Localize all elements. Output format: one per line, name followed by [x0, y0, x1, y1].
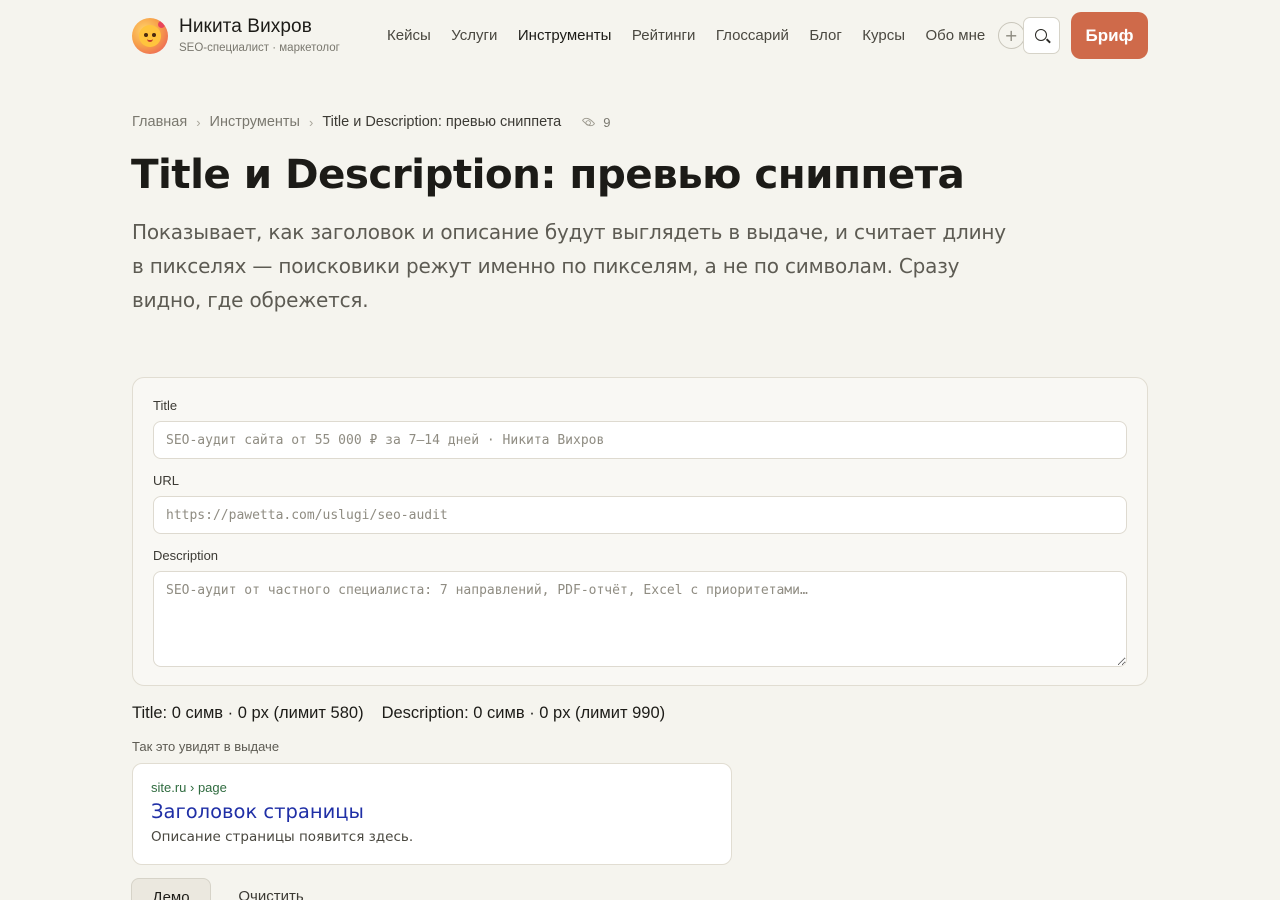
breadcrumb-separator: › [308, 114, 314, 130]
page-title: Title и Description: превью сниппета [131, 150, 965, 198]
page-subtitle: Показывает, как заголовок и описание буд… [132, 220, 1006, 312]
url-input[interactable] [153, 496, 1127, 534]
url-label: URL [153, 473, 180, 488]
description-length-stat: Description: 0 симв · 0 px (лимит 990) [381, 703, 666, 722]
title-length-stat: Title: 0 симв · 0 px (лимит 580) [132, 703, 364, 722]
serp-title[interactable]: Заголовок страницы [151, 800, 364, 823]
site-header: Никита Вихров SEO-специалист · маркетоло… [132, 12, 1148, 59]
nav-item-cases[interactable]: Кейсы [387, 27, 431, 44]
brand[interactable]: Никита Вихров SEO-специалист · маркетоло… [132, 16, 340, 56]
clear-button[interactable]: Очистить [223, 878, 319, 900]
search-button[interactable] [1023, 17, 1060, 54]
breadcrumb-current: Title и Description: превью сниппета [322, 114, 562, 130]
title-label: Title [153, 398, 178, 413]
nav-item-blog[interactable]: Блог [809, 27, 841, 44]
nav-item-ratings[interactable]: Рейтинги [632, 27, 695, 44]
breadcrumb-home[interactable]: Главная [132, 114, 187, 130]
title-input[interactable] [153, 421, 1127, 459]
nav-item-services[interactable]: Услуги [451, 27, 497, 44]
description-label: Description [153, 548, 219, 563]
nav-item-about[interactable]: Обо мне [926, 27, 986, 44]
serp-preview: site.ru › page Заголовок страницы Описан… [132, 763, 732, 865]
breadcrumb-tools[interactable]: Инструменты [210, 114, 300, 130]
nav-item-tools[interactable]: Инструменты [518, 27, 612, 44]
breadcrumb: Главная › Инструменты › Title и Descript… [132, 112, 610, 132]
length-stats: Title: 0 симв · 0 px (лимит 580) Descrip… [132, 702, 665, 724]
main-nav: Кейсы Услуги Инструменты Рейтинги Глосса… [387, 12, 1025, 59]
brief-button[interactable]: Бриф [1071, 12, 1148, 59]
brand-subtitle: SEO-специалист · маркетолог [179, 41, 340, 54]
view-count: 9 [603, 114, 611, 130]
serp-description: Описание страницы появится здесь. [151, 829, 414, 845]
serp-url: site.ru › page [151, 780, 227, 795]
serp-caption: Так это увидят в выдаче [132, 739, 280, 754]
breadcrumb-separator: › [196, 114, 201, 130]
brand-name: Никита Вихров [179, 15, 312, 37]
nav-item-courses[interactable]: Курсы [862, 27, 905, 44]
view-counter: 9 [582, 115, 610, 130]
nav-item-glossary[interactable]: Глоссарий [716, 27, 789, 44]
search-icon [1034, 28, 1047, 41]
description-textarea[interactable] [153, 571, 1127, 667]
avatar [132, 17, 168, 54]
eye-icon [582, 115, 596, 129]
snippet-form: Title URL Description [132, 377, 1148, 686]
nav-more-button[interactable]: + [997, 22, 1025, 49]
demo-button[interactable]: Демо [131, 878, 211, 900]
